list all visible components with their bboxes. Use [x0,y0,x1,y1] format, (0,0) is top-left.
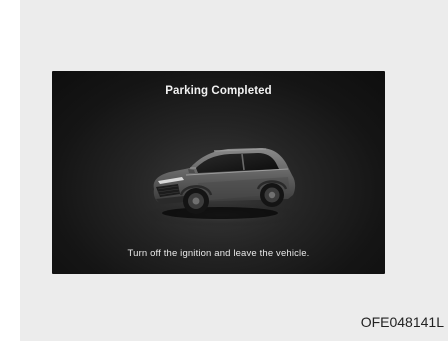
figure-code-label: OFE048141L [360,314,444,330]
parking-display-screen: Parking Completed Turn off the ignition … [52,71,385,274]
parking-status-title: Parking Completed [165,85,272,97]
parking-instruction-message: Turn off the ignition and leave the vehi… [127,248,310,259]
suv-car-icon [140,148,302,227]
